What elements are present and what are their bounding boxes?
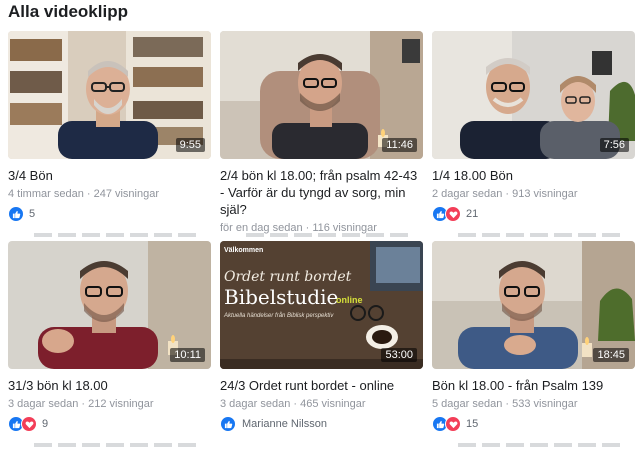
reactions[interactable]: 15 bbox=[432, 416, 635, 432]
video-page: Alla videoklipp 9:55 3/4 Bön 4 timmar se… bbox=[0, 0, 640, 447]
video-thumbnail[interactable]: 9:55 bbox=[8, 31, 211, 159]
video-title[interactable]: 2/4 bön kl 18.00; från psalm 42-43 - Var… bbox=[220, 167, 423, 218]
video-thumbnail[interactable]: 11:46 bbox=[220, 31, 423, 159]
video-card[interactable]: 18:45 Bön kl 18.00 - från Psalm 139 5 da… bbox=[432, 241, 635, 451]
video-title[interactable]: 1/4 18.00 Bön bbox=[432, 167, 635, 184]
like-icon bbox=[220, 416, 236, 432]
video-thumbnail[interactable]: Välkommen Ordet runt bordet Bibelstudie … bbox=[220, 241, 423, 369]
heart-icon bbox=[21, 416, 37, 432]
video-duration: 53:00 bbox=[381, 348, 417, 362]
video-thumbnail[interactable]: 18:45 bbox=[432, 241, 635, 369]
video-meta: 5 dagar sedan · 533 visningar bbox=[432, 398, 578, 410]
truncated-text bbox=[34, 233, 201, 237]
reactions[interactable]: 21 bbox=[432, 206, 635, 222]
heart-icon bbox=[445, 206, 461, 222]
truncated-text bbox=[34, 443, 201, 447]
video-duration: 11:46 bbox=[382, 138, 417, 152]
reaction-count: 21 bbox=[466, 208, 479, 220]
truncated-text bbox=[246, 233, 413, 237]
video-meta: 3 dagar sedan · 465 visningar bbox=[220, 398, 366, 410]
thumbnail-welcome: Välkommen bbox=[224, 247, 263, 254]
video-title[interactable]: 3/4 Bön bbox=[8, 167, 211, 184]
reaction-count: 5 bbox=[29, 208, 36, 220]
video-meta: 2 dagar sedan · 913 visningar bbox=[432, 188, 578, 200]
video-card[interactable]: 7:56 1/4 18.00 Bön 2 dagar sedan · 913 v… bbox=[432, 31, 635, 241]
reactions[interactable]: 9 bbox=[8, 416, 211, 432]
reaction-count: 15 bbox=[466, 418, 479, 430]
thumbnail-caption: Aktuella händelser från Biblisk perspekt… bbox=[223, 312, 334, 319]
video-duration: 10:11 bbox=[170, 348, 205, 362]
reaction-count: 9 bbox=[42, 418, 49, 430]
thumbnail-heading: Bibelstudie bbox=[224, 285, 338, 309]
video-duration: 7:56 bbox=[599, 138, 629, 152]
video-thumbnail[interactable]: 10:11 bbox=[8, 241, 211, 369]
thumbnail-subtitle: Ordet runt bordet bbox=[224, 269, 352, 285]
video-title[interactable]: Bön kl 18.00 - från Psalm 139 bbox=[432, 377, 635, 394]
heart-icon bbox=[445, 416, 461, 432]
reactions[interactable]: 5 bbox=[8, 206, 211, 222]
truncated-text bbox=[458, 233, 625, 237]
page-title: Alla videoklipp bbox=[8, 2, 128, 21]
video-card[interactable]: 9:55 3/4 Bön 4 timmar sedan · 247 visnin… bbox=[8, 31, 211, 241]
video-thumbnail[interactable]: 7:56 bbox=[432, 31, 635, 159]
reaction-name[interactable]: Marianne Nilsson bbox=[242, 418, 327, 430]
video-duration: 9:55 bbox=[175, 138, 205, 152]
video-title[interactable]: 24/3 Ordet runt bordet - online bbox=[220, 377, 423, 394]
video-meta: 3 dagar sedan · 212 visningar bbox=[8, 398, 154, 410]
video-card[interactable]: Välkommen Ordet runt bordet Bibelstudie … bbox=[220, 241, 423, 451]
thumbnail-online: online bbox=[336, 295, 363, 305]
video-grid: 9:55 3/4 Bön 4 timmar sedan · 247 visnin… bbox=[8, 31, 635, 451]
like-icon bbox=[8, 206, 24, 222]
video-meta: 4 timmar sedan · 247 visningar bbox=[8, 188, 160, 200]
video-card[interactable]: 10:11 31/3 bön kl 18.00 3 dagar sedan · … bbox=[8, 241, 211, 451]
reactions[interactable]: Marianne Nilsson bbox=[220, 416, 423, 432]
video-card[interactable]: 11:46 2/4 bön kl 18.00; från psalm 42-43… bbox=[220, 31, 423, 256]
video-duration: 18:45 bbox=[593, 348, 629, 362]
truncated-text bbox=[458, 443, 625, 447]
video-title[interactable]: 31/3 bön kl 18.00 bbox=[8, 377, 211, 394]
